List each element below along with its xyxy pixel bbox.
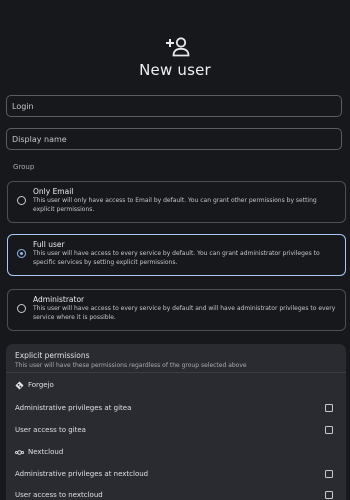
permission-row-gitea-admin[interactable]: Administrative privileges at gitea (15, 403, 333, 415)
explicit-permissions-description: This user will have these permissions re… (15, 362, 247, 369)
group-option-description: This user will only have access to Email… (33, 197, 317, 213)
permission-label: User access to nextcloud (15, 491, 103, 499)
login-input[interactable] (6, 95, 342, 117)
radio-full-user[interactable] (17, 249, 26, 258)
checkbox-gitea-user[interactable] (325, 426, 333, 434)
group-option-full-user[interactable]: Full user This user will have access to … (7, 234, 346, 276)
radio-administrator[interactable] (17, 304, 26, 313)
group-option-title: Only Email (33, 187, 74, 196)
explicit-permissions-title: Explicit permissions (15, 351, 90, 360)
group-option-title: Administrator (33, 295, 85, 304)
radio-only-email[interactable] (17, 196, 26, 205)
permission-row-nextcloud-admin[interactable]: Administrative privileges at nextcloud (15, 469, 333, 481)
nextcloud-icon (15, 450, 24, 455)
group-option-description: This user will have access to every serv… (33, 305, 336, 321)
group-label: Group (13, 163, 35, 171)
permission-row-nextcloud-user[interactable]: User access to nextcloud (15, 490, 333, 500)
forgejo-icon (15, 381, 24, 390)
group-option-only-email[interactable]: Only Email This user will only have acce… (7, 181, 346, 223)
page-title: New user (139, 61, 211, 79)
group-option-administrator[interactable]: Administrator This user will have access… (7, 289, 346, 331)
permission-label: Administrative privileges at nextcloud (15, 470, 149, 478)
checkbox-nextcloud-user[interactable] (325, 491, 333, 499)
new-user-page: New user Group Only Email This user will… (0, 0, 350, 500)
permission-row-gitea-user[interactable]: User access to gitea (15, 425, 333, 437)
checkbox-nextcloud-admin[interactable] (325, 470, 333, 478)
add-user-icon (166, 37, 190, 57)
permission-label: Administrative privileges at gitea (15, 404, 132, 412)
service-name: Forgejo (28, 381, 54, 389)
divider (6, 372, 346, 373)
group-option-title: Full user (33, 240, 65, 249)
service-name: Nextcloud (28, 448, 64, 456)
checkbox-gitea-admin[interactable] (325, 404, 333, 412)
group-option-description: This user will have access to every serv… (33, 250, 320, 266)
explicit-permissions-panel: Explicit permissions This user will have… (6, 344, 346, 500)
display-name-input[interactable] (6, 128, 342, 150)
permission-label: User access to gitea (15, 426, 86, 434)
